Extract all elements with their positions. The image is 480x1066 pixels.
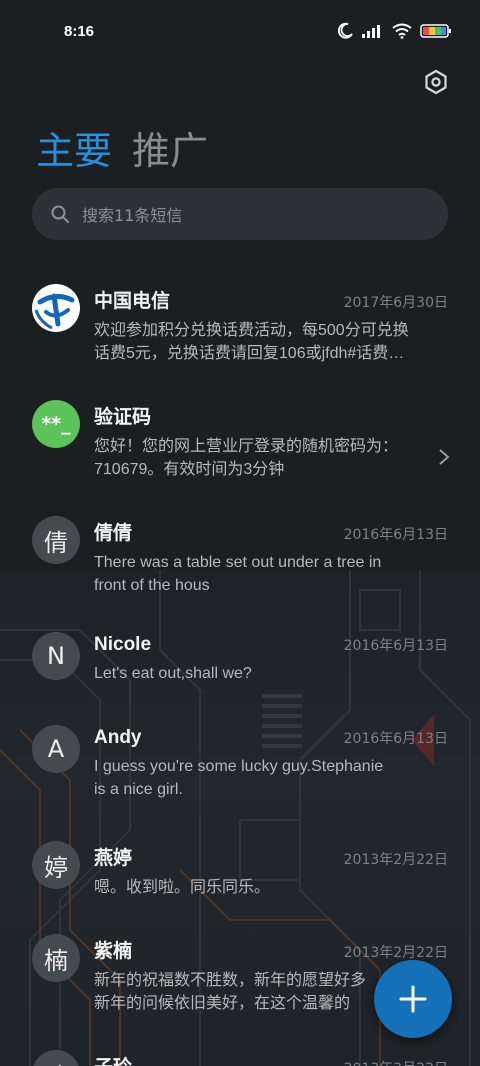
message-line-2: is a nice girl. (94, 781, 183, 798)
tab-bar: 主要 推广 (36, 120, 208, 175)
contact-name: 子玲 (94, 1052, 132, 1066)
avatar: N (32, 632, 80, 680)
message-date: 2013年2月22日 (343, 852, 448, 868)
message-preview: 嗯。收到啦。同乐同乐。 (94, 876, 448, 899)
tab-promo[interactable]: 推广 (132, 120, 208, 175)
telecom-logo-avatar (32, 284, 80, 332)
settings-icon (425, 69, 447, 95)
message-date: 2016年6月13日 (343, 638, 448, 654)
message-line-1: 您好！您的网上营业厅登录的随机密码为： (94, 438, 399, 455)
settings-button[interactable] (422, 68, 450, 96)
code-avatar: **_ (32, 400, 80, 448)
message-preview: There was a table set out under a tree i… (94, 551, 448, 597)
message-line-1: I guess you're some lucky guy.Stephanie (94, 758, 384, 775)
message-line-1: There was a table set out under a tree i… (94, 554, 382, 571)
conversation-list: 中国电信 2017年6月30日 欢迎参加积分兑换话费活动，每500分可兑换 话费… (0, 270, 480, 1066)
message-line-2: front of the hous (94, 577, 210, 594)
telecom-logo-icon (33, 285, 79, 331)
message-preview: 欢迎参加积分兑换话费活动，每500分可兑换 话费5元，兑换话费请回复106或jf… (94, 319, 448, 365)
plus-icon (399, 985, 427, 1013)
message-line-1: 欢迎参加积分兑换话费活动，每500分可兑换 (94, 322, 409, 339)
avatar: 婷 (32, 841, 80, 889)
message-date: 2016年6月13日 (343, 527, 448, 543)
conversation-item[interactable]: 倩 倩倩 2016年6月13日 There was a table set ou… (0, 502, 480, 618)
avatar-initial: 倩 (44, 528, 68, 557)
avatar: 楠 (32, 934, 80, 982)
conversation-item[interactable]: 玲 子玲 2013年2月22日 (0, 1036, 480, 1066)
message-line-1: 嗯。收到啦。同乐同乐。 (94, 879, 271, 896)
wifi-icon (392, 23, 412, 39)
contact-name: 验证码 (94, 407, 152, 428)
message-preview: Let's eat out,shall we? (94, 662, 448, 685)
avatar-initial: 婷 (44, 853, 68, 882)
avatar-initial: 玲 (44, 1057, 68, 1066)
message-preview: I guess you're some lucky guy.Stephanie … (94, 755, 448, 801)
new-message-button[interactable] (374, 960, 452, 1038)
avatar: A (32, 725, 80, 773)
contact-name: Nicole (94, 634, 152, 655)
status-time: 8:16 (64, 22, 95, 40)
message-date: 2016年6月13日 (343, 731, 448, 747)
message-date: 2013年2月22日 (344, 1058, 448, 1066)
contact-name: Andy (94, 727, 142, 748)
message-line-1: Let's eat out,shall we? (94, 665, 252, 682)
search-placeholder: 搜索11条短信 (82, 206, 183, 225)
conversation-item[interactable]: 婷 燕婷 2013年2月22日 嗯。收到啦。同乐同乐。 (0, 827, 480, 920)
message-date: 2017年6月30日 (343, 295, 448, 311)
avatar-initial: N (47, 642, 65, 670)
avatar-initial: A (47, 735, 65, 763)
avatar: 玲 (32, 1050, 80, 1066)
status-bar: 8:16 (0, 0, 480, 62)
avatar: 倩 (32, 516, 80, 564)
search-icon (51, 205, 70, 224)
signal-icon (362, 25, 380, 38)
contact-name: 燕婷 (94, 848, 133, 869)
contact-name: 中国电信 (94, 291, 171, 312)
message-line-2: 话费5元，兑换话费请回复106或jfdh#话费… (94, 345, 405, 362)
contact-name: 倩倩 (94, 523, 133, 544)
avatar-initial: 楠 (44, 946, 68, 975)
conversation-item[interactable]: N Nicole 2016年6月13日 Let's eat out,shall … (0, 618, 480, 711)
contact-name: 紫楠 (94, 941, 133, 962)
message-preview: 您好！您的网上营业厅登录的随机密码为： 710679。有效时间为3分钟 (94, 435, 448, 481)
conversation-item-telecom[interactable]: 中国电信 2017年6月30日 欢迎参加积分兑换话费活动，每500分可兑换 话费… (0, 270, 480, 386)
moon-icon (337, 22, 353, 39)
conversation-item-verification[interactable]: **_ 验证码 您好！您的网上营业厅登录的随机密码为： 710679。有效时间为… (0, 386, 480, 502)
message-date: 2013年2月22日 (343, 945, 448, 961)
battery-icon (420, 24, 451, 38)
message-line-2: 710679。有效时间为3分钟 (94, 461, 285, 478)
avatar-initial: **_ (41, 413, 71, 435)
search-input[interactable]: 搜索11条短信 (32, 188, 448, 240)
tab-main[interactable]: 主要 (36, 120, 112, 175)
conversation-item[interactable]: A Andy 2016年6月13日 I guess you're some lu… (0, 711, 480, 827)
chevron-right-icon[interactable] (438, 448, 450, 466)
